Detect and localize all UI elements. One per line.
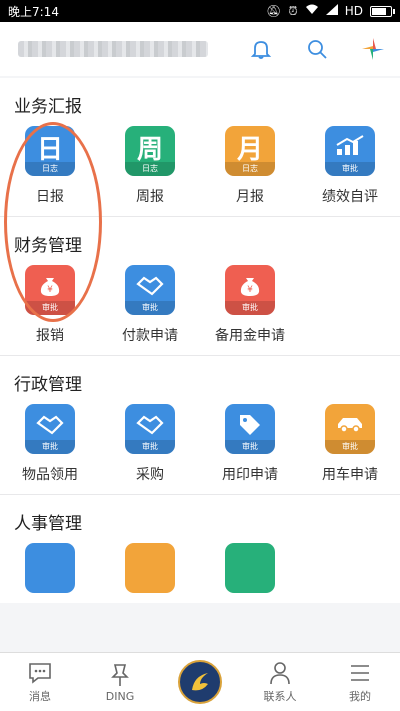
app-purchase[interactable]: 审批 采购 (100, 404, 200, 484)
item-label: 备用金申请 (215, 328, 285, 344)
item-label: 采购 (136, 467, 164, 483)
app-vehicle-request[interactable]: 审批 用车申请 (300, 404, 400, 484)
bell-icon[interactable] (248, 36, 274, 62)
item-label: 月报 (236, 189, 264, 205)
person-icon (267, 660, 293, 686)
tab-messages[interactable]: 消息 (0, 653, 80, 711)
app-menu-icon[interactable] (360, 36, 386, 62)
section-finance: 财务管理 ¥ 审批 报销 审批 付款申请 ¥ 审批 备用金申请 (0, 216, 400, 355)
bottom-tab-bar: 消息 DING 联系人 我的 (0, 652, 400, 711)
mute-icon: 🔕︎ (266, 4, 282, 18)
section-business-report: 业务汇报 日 日志 日报 周 日志 周报 月 日志 月报 审批 绩效自评 (0, 78, 400, 216)
section-title: 财务管理 (14, 236, 82, 256)
item-label: 付款申请 (122, 328, 178, 344)
section-title: 人事管理 (14, 514, 82, 534)
network-type: HD (344, 4, 363, 18)
car-icon: 审批 (325, 404, 375, 454)
app-tile-icon (225, 543, 275, 593)
calendar-day-icon: 日 日志 (25, 126, 75, 176)
tab-label: 消息 (29, 690, 51, 703)
section-title: 行政管理 (14, 375, 82, 395)
item-label: 用车申请 (322, 467, 378, 483)
tab-label: 联系人 (263, 690, 297, 703)
app-header (0, 22, 400, 76)
search-icon[interactable] (304, 36, 330, 62)
money-bag-icon: ¥ 审批 (25, 265, 75, 315)
handshake-icon: 审批 (125, 404, 175, 454)
tab-label: 我的 (349, 690, 371, 703)
tab-me[interactable]: 我的 (320, 653, 400, 711)
app-reimbursement[interactable]: ¥ 审批 报销 (0, 265, 100, 345)
item-label: 周报 (136, 189, 164, 205)
app-monthly-report[interactable]: 月 日志 月报 (200, 126, 300, 206)
app-tile-icon (25, 543, 75, 593)
status-time: 晚上7:14 (8, 4, 59, 19)
calendar-week-icon: 周 日志 (125, 126, 175, 176)
alarm-icon: ⏰︎ (288, 3, 298, 18)
section-title: 业务汇报 (14, 97, 82, 117)
battery-icon (370, 5, 395, 17)
blurred-org-title (18, 41, 208, 57)
signal-icon (325, 4, 338, 18)
tab-ding[interactable]: DING (80, 653, 160, 711)
app-daily-report[interactable]: 日 日志 日报 (0, 126, 100, 206)
menu-lines-icon (347, 660, 373, 686)
handshake-icon: 审批 (25, 404, 75, 454)
svg-text:¥: ¥ (47, 285, 53, 295)
item-label: 日报 (36, 189, 64, 205)
app-tile-icon (125, 543, 175, 593)
calendar-month-icon: 月 日志 (225, 126, 275, 176)
app-petty-cash-request[interactable]: ¥ 审批 备用金申请 (200, 265, 300, 345)
section-hr: 人事管理 (0, 494, 400, 603)
item-label: 绩效自评 (322, 189, 378, 205)
tab-workbench[interactable] (160, 653, 240, 711)
wifi-icon (305, 4, 319, 18)
app-performance-review[interactable]: 审批 绩效自评 (300, 126, 400, 206)
app-weekly-report[interactable]: 周 日志 周报 (100, 126, 200, 206)
item-label: 用印申请 (222, 467, 278, 483)
app-item-requisition[interactable]: 审批 物品领用 (0, 404, 100, 484)
tab-contacts[interactable]: 联系人 (240, 653, 320, 711)
workbench-content: 业务汇报 日 日志 日报 周 日志 周报 月 日志 月报 审批 绩效自评 财务管… (0, 78, 400, 652)
pin-icon (107, 662, 133, 688)
app-hr-2[interactable] (100, 543, 200, 593)
app-hr-1[interactable] (0, 543, 100, 593)
app-hr-3[interactable] (200, 543, 300, 593)
section-administration: 行政管理 审批 物品领用 审批 采购 审批 用印申请 审批 用车申请 (0, 355, 400, 494)
app-logo-icon (178, 660, 222, 704)
handshake-icon: 审批 (125, 265, 175, 315)
status-bar: 晚上7:14 🔕︎ ⏰︎ HD (0, 0, 400, 22)
app-seal-request[interactable]: 审批 用印申请 (200, 404, 300, 484)
svg-text:¥: ¥ (247, 285, 253, 295)
item-label: 物品领用 (22, 467, 78, 483)
item-label: 报销 (36, 328, 64, 344)
app-payment-request[interactable]: 审批 付款申请 (100, 265, 200, 345)
money-bag-icon: ¥ 审批 (225, 265, 275, 315)
chat-bubble-icon (27, 660, 53, 686)
tab-label: DING (105, 689, 135, 703)
tag-icon: 审批 (225, 404, 275, 454)
trend-chart-icon: 审批 (325, 126, 375, 176)
